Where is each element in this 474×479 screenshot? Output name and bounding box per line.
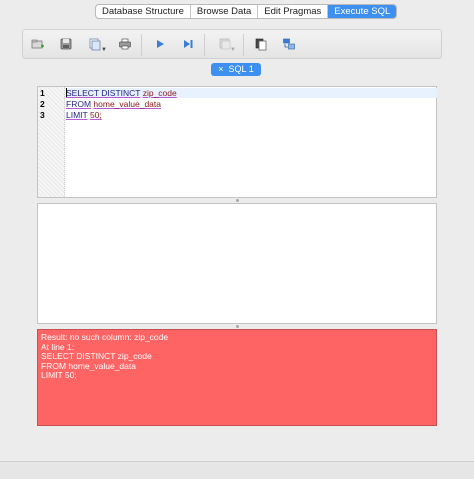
main-tab-bar: Database Structure Browse Data Edit Prag… <box>95 4 398 19</box>
execute-sql-window: Database Structure Browse Data Edit Prag… <box>0 0 474 479</box>
sql-tab-label: SQL 1 <box>228 64 254 74</box>
error-message-panel: Result: no such column: zip_code At line… <box>37 329 437 426</box>
tab-sql-1[interactable]: × SQL 1 <box>211 63 261 76</box>
message-line: Result: no such column: zip_code <box>41 332 169 342</box>
save-results-icon[interactable] <box>254 37 268 51</box>
print-icon[interactable] <box>118 37 132 51</box>
close-tab-icon[interactable]: × <box>218 63 223 76</box>
results-grid[interactable] <box>37 203 437 324</box>
find-replace-icon[interactable] <box>282 37 296 51</box>
tab-edit-pragmas[interactable]: Edit Pragmas <box>258 5 329 18</box>
sql-identifier: home_value_data <box>93 99 161 109</box>
sql-keyword: LIMIT <box>66 110 88 120</box>
save-sql-file-icon[interactable] <box>88 37 102 51</box>
line-number: 3 <box>40 110 45 120</box>
code-text: LIMIT 50; <box>66 110 102 120</box>
tab-execute-sql[interactable]: Execute SQL <box>328 5 397 18</box>
sql-toolbar: ▼ ▼ <box>22 29 442 59</box>
sql-editor[interactable]: 1 SELECT DISTINCT zip_code 2 FROM home_v… <box>37 86 437 198</box>
editor-line: 2 FROM home_value_data <box>38 99 436 109</box>
message-line: LIMIT 50; <box>41 370 77 380</box>
toolbar-separator <box>204 34 205 56</box>
splitter-handle[interactable] <box>235 199 239 202</box>
open-sql-file-icon[interactable] <box>59 37 73 51</box>
tab-database-structure[interactable]: Database Structure <box>96 5 191 18</box>
sql-number: 50; <box>89 110 102 120</box>
editor-line: 3 LIMIT 50; <box>38 110 436 120</box>
open-tab-icon[interactable] <box>31 37 45 51</box>
status-bar <box>0 461 474 479</box>
sql-keyword: FROM <box>66 99 92 109</box>
message-line: FROM home_value_data <box>41 360 136 371</box>
sql-keyword: SELECT DISTINCT <box>66 88 141 98</box>
line-number: 2 <box>40 99 45 109</box>
results-dropdown-arrow-icon[interactable]: ▼ <box>230 47 236 53</box>
save-dropdown-arrow-icon[interactable]: ▼ <box>101 47 107 53</box>
tab-browse-data[interactable]: Browse Data <box>191 5 259 18</box>
execute-current-line-icon[interactable] <box>181 37 195 51</box>
code-text: SELECT DISTINCT zip_code <box>66 88 177 98</box>
execute-all-icon[interactable] <box>153 37 167 51</box>
splitter-handle[interactable] <box>235 325 239 328</box>
editor-line: 1 SELECT DISTINCT zip_code <box>38 88 436 98</box>
line-number: 1 <box>40 88 45 98</box>
toolbar-separator <box>141 34 142 56</box>
toolbar-separator <box>243 34 244 56</box>
sql-identifier: zip_code <box>142 88 177 98</box>
code-text: FROM home_value_data <box>66 99 161 109</box>
